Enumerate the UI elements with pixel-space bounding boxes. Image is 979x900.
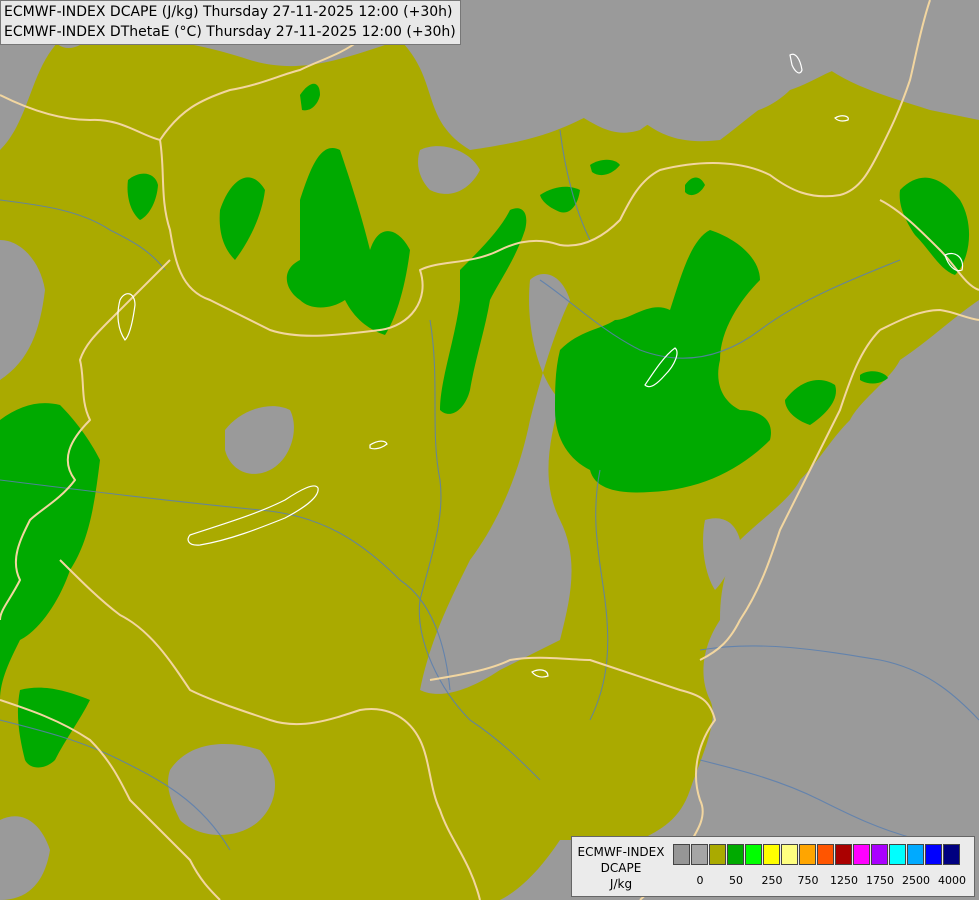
legend-swatch xyxy=(673,844,690,865)
legend-tick-label: 750 xyxy=(797,874,819,887)
legend-tick-label: 0 xyxy=(696,874,704,887)
legend-tick-label: 250 xyxy=(761,874,783,887)
legend-swatch xyxy=(925,844,942,865)
legend-tick-label: 4000 xyxy=(938,874,966,887)
title-dthetae: ECMWF-INDEX DThetaE (°C) Thursday 27-11-… xyxy=(4,24,456,40)
legend-swatch xyxy=(763,844,780,865)
legend-swatch xyxy=(727,844,744,865)
legend-model: ECMWF-INDEX xyxy=(577,845,665,859)
title-box: ECMWF-INDEX DCAPE (J/kg) Thursday 27-11-… xyxy=(0,0,461,45)
legend-unit: J/kg xyxy=(609,877,633,891)
legend-tick-label: 50 xyxy=(729,874,743,887)
legend-swatch xyxy=(799,844,816,865)
legend-swatch xyxy=(817,844,834,865)
legend-swatch xyxy=(709,844,726,865)
legend-swatches xyxy=(673,844,961,865)
legend-tick-label: 1250 xyxy=(830,874,858,887)
legend-swatch xyxy=(907,844,924,865)
legend-swatch xyxy=(853,844,870,865)
legend: ECMWF-INDEX DCAPE J/kg 0 50 250 750 1250 1750… xyxy=(571,836,975,897)
legend-swatch xyxy=(871,844,888,865)
legend-tick-label: 1750 xyxy=(866,874,894,887)
title-dcape: ECMWF-INDEX DCAPE (J/kg) Thursday 27-11-… xyxy=(4,4,453,20)
legend-parameter: DCAPE xyxy=(600,861,642,875)
legend-swatch xyxy=(745,844,762,865)
legend-swatch xyxy=(835,844,852,865)
legend-swatch xyxy=(943,844,960,865)
legend-swatch xyxy=(781,844,798,865)
legend-tick-label: 2500 xyxy=(902,874,930,887)
dcape-map xyxy=(0,0,979,900)
legend-swatch xyxy=(889,844,906,865)
legend-swatch xyxy=(691,844,708,865)
